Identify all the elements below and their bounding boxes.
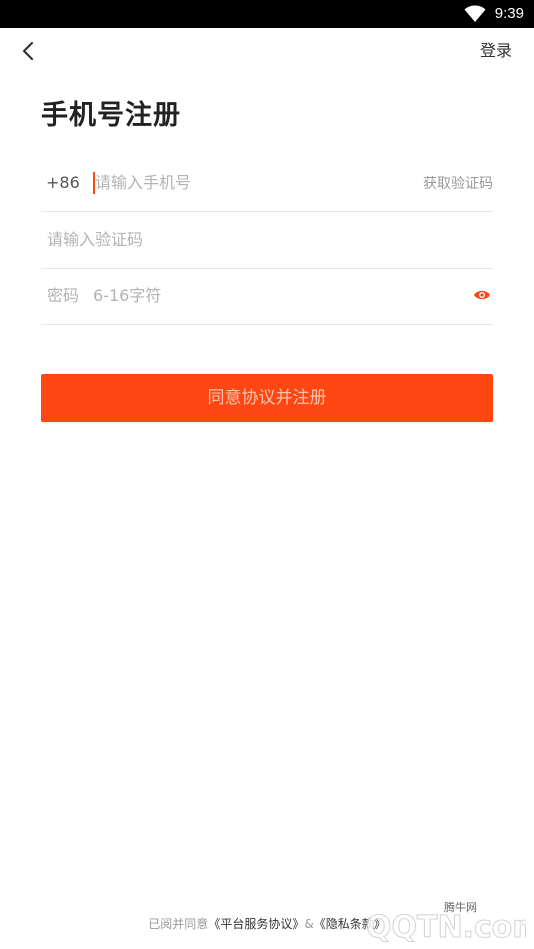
- page-title: 手机号注册: [41, 100, 181, 131]
- agreement-separator: &: [304, 917, 314, 931]
- country-code-selector[interactable]: +86: [46, 171, 80, 195]
- eye-icon[interactable]: [473, 288, 491, 302]
- status-time: 9:39: [494, 5, 524, 22]
- nav-bar: 登录: [0, 28, 534, 74]
- status-bar: 9:39: [0, 0, 534, 28]
- chevron-left-icon[interactable]: [18, 40, 40, 62]
- agree-and-register-button[interactable]: 同意协议并注册: [41, 374, 493, 422]
- watermark-logo: 腾牛网 QQTN.com: [366, 900, 527, 945]
- verification-code-field: [41, 212, 493, 269]
- password-field: 密码: [41, 268, 493, 325]
- wifi-icon: [464, 5, 486, 22]
- verification-code-input[interactable]: [47, 228, 447, 252]
- get-code-button[interactable]: 获取验证码: [423, 173, 493, 195]
- password-input[interactable]: [93, 284, 423, 308]
- agreement-prefix: 已阅并同意: [148, 917, 209, 931]
- phone-input[interactable]: [95, 171, 395, 195]
- login-link[interactable]: 登录: [480, 40, 512, 62]
- service-agreement-link[interactable]: 《平台服务协议》: [208, 917, 304, 931]
- phone-field: +86 获取验证码: [41, 155, 493, 212]
- watermark-domain: QQTN.com: [366, 910, 526, 945]
- password-label: 密码: [47, 286, 80, 305]
